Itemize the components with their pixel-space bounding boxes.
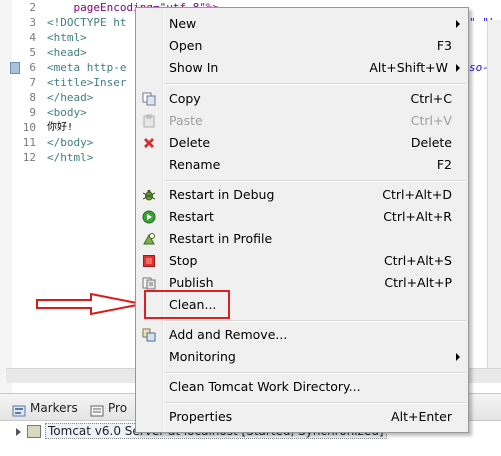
submenu-arrow-icon: [456, 20, 460, 28]
line-code: <!DOCTYPE ht: [47, 16, 127, 29]
menu-separator: [164, 180, 466, 182]
tab-markers-label: Markers: [30, 401, 78, 415]
menu-item-copy[interactable]: Copy Ctrl+C: [138, 88, 466, 110]
line-code: <meta http-e: [47, 61, 127, 74]
line-number: 12: [22, 151, 36, 164]
menu-separator: [164, 320, 466, 322]
menu-separator: [164, 83, 466, 85]
line-number: 6: [29, 61, 36, 74]
context-menu: New Open F3 Show In Alt+Shift+W Copy Ctr…: [135, 7, 469, 433]
menu-item-open[interactable]: Open F3: [138, 35, 466, 57]
submenu-arrow-icon: [456, 64, 460, 72]
line-number: 11: [22, 136, 36, 149]
pointer-arrow-icon: [36, 293, 143, 315]
add-remove-icon: [142, 328, 156, 342]
menu-item-restart-profile[interactable]: Restart in Profile: [138, 228, 466, 250]
copy-icon: [142, 92, 156, 106]
restart-icon: [142, 210, 156, 224]
tab-properties[interactable]: Pro: [90, 398, 127, 418]
line-code: </head>: [47, 91, 94, 104]
menu-separator: [164, 372, 466, 374]
line-number: 7: [29, 76, 36, 89]
line-code: <title>Inser: [47, 76, 127, 89]
submenu-arrow-icon: [456, 353, 460, 361]
vertical-scrollbar[interactable]: [487, 20, 501, 368]
menu-item-delete[interactable]: Delete Delete: [138, 132, 466, 154]
clean-highlight-box: [144, 290, 230, 319]
line-number: 8: [29, 91, 36, 104]
tab-properties-label: Pro: [108, 401, 128, 415]
menu-item-clean-tomcat-work-directory[interactable]: Clean Tomcat Work Directory...: [138, 376, 466, 398]
line-number: 9: [29, 106, 36, 119]
line-number: 4: [29, 31, 36, 44]
menu-item-properties[interactable]: Properties Alt+Enter: [138, 406, 466, 428]
menu-item-restart[interactable]: Restart Ctrl+Alt+R: [138, 206, 466, 228]
line-code: 你好!: [47, 122, 74, 133]
menu-item-show-in[interactable]: Show In Alt+Shift+W: [138, 57, 466, 79]
line-number: 5: [29, 46, 36, 59]
markers-icon: [12, 403, 26, 416]
line-number: 2: [29, 1, 36, 14]
menu-item-add-remove[interactable]: Add and Remove...: [138, 324, 466, 346]
menu-item-restart-debug[interactable]: Restart in Debug Ctrl+Alt+D: [138, 184, 466, 206]
server-icon: [27, 425, 41, 438]
line-code: </html>: [47, 151, 94, 164]
line-code: <body>: [47, 106, 87, 119]
publish-icon: [142, 277, 156, 290]
profile-icon: [143, 233, 155, 245]
line-code: <html>: [47, 31, 87, 44]
menu-item-stop[interactable]: Stop Ctrl+Alt+S: [138, 250, 466, 272]
menu-item-monitoring[interactable]: Monitoring: [138, 346, 466, 368]
menu-item-paste[interactable]: Paste Ctrl+V: [138, 110, 466, 132]
expand-twisty-icon[interactable]: [16, 427, 21, 436]
stop-icon: [143, 255, 155, 267]
delete-icon: [144, 138, 154, 148]
paste-icon: [143, 114, 155, 128]
tab-markers[interactable]: Markers: [12, 398, 78, 418]
line-number: 10: [22, 121, 36, 134]
line-code: </body>: [47, 136, 94, 149]
menu-separator: [164, 402, 466, 404]
menu-item-new[interactable]: New: [138, 13, 466, 35]
line-number: 3: [29, 16, 36, 29]
debug-icon: [142, 189, 156, 201]
properties-icon: [90, 403, 104, 416]
menu-item-rename[interactable]: Rename F2: [138, 154, 466, 176]
line-code: <head>: [47, 46, 87, 59]
